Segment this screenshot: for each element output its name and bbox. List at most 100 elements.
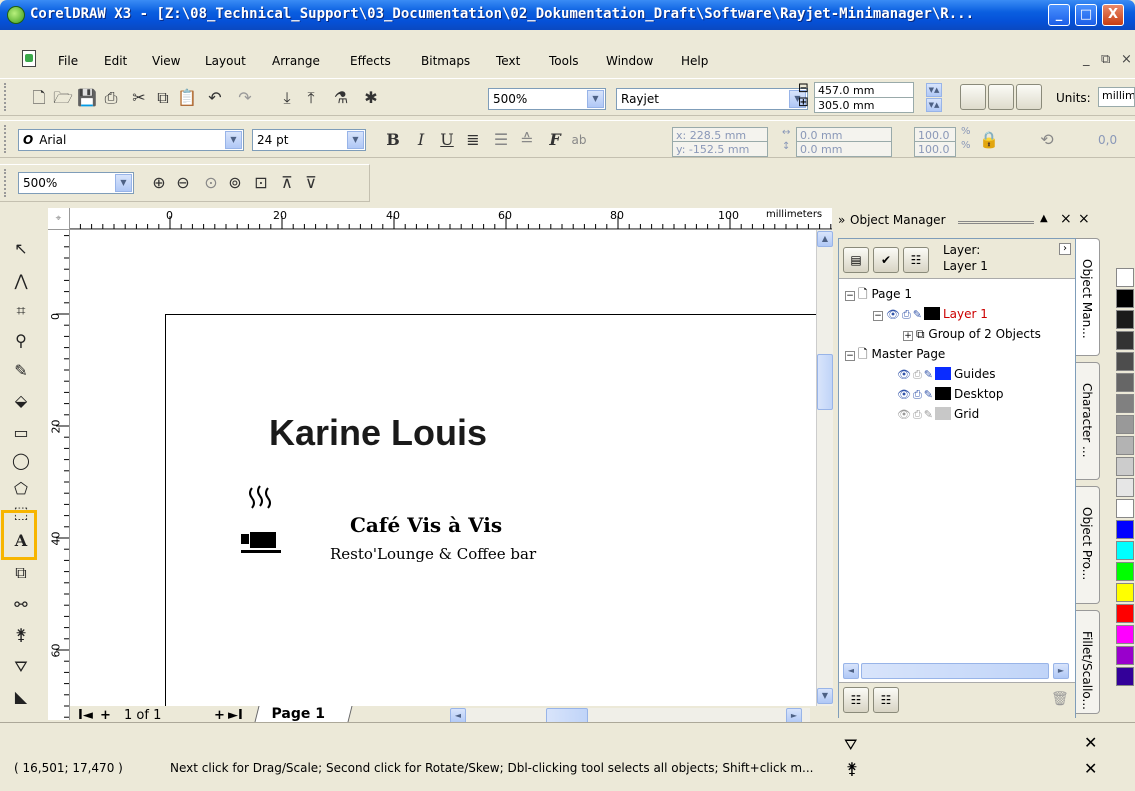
insert-page-before-button[interactable]: + bbox=[100, 708, 111, 723]
mdi-restore-button[interactable]: ⧉ bbox=[1101, 52, 1110, 67]
zoom-page-icon[interactable]: ⊡ bbox=[250, 172, 272, 194]
chevron-down-icon[interactable]: ▼ bbox=[225, 131, 242, 149]
crop-tool-icon[interactable]: ⌗ bbox=[8, 298, 34, 324]
pick-tool-icon[interactable]: ↖ bbox=[8, 236, 34, 262]
corel-online-icon[interactable]: ✱ bbox=[360, 87, 382, 109]
scroll-left-button[interactable]: ◄ bbox=[843, 663, 859, 679]
vertical-scrollbar[interactable]: ▲ ▼ bbox=[816, 230, 833, 706]
expand-icon[interactable]: + bbox=[903, 331, 913, 341]
palette-swatch[interactable] bbox=[1116, 268, 1134, 287]
width-spinner[interactable]: ▼▲ bbox=[926, 83, 942, 97]
zoom-levels-combo[interactable]: 500% ▼ bbox=[488, 88, 606, 110]
docker-close-all-icon[interactable]: × bbox=[1078, 211, 1090, 227]
interactive-blend-tool-icon[interactable]: ⧉ bbox=[8, 560, 34, 586]
chevron-down-icon[interactable]: ▼ bbox=[347, 131, 364, 149]
zoom-out-icon[interactable]: ⊖ bbox=[172, 172, 194, 194]
font-size-combo[interactable]: 24 pt ▼ bbox=[252, 129, 366, 151]
palette-swatch[interactable] bbox=[1116, 415, 1134, 434]
outline-tool-icon[interactable]: ⚵ bbox=[8, 622, 34, 648]
smart-fill-tool-icon[interactable]: ⬙ bbox=[8, 388, 34, 414]
print-icon[interactable]: ⎙ bbox=[100, 87, 122, 109]
tagline-text[interactable]: Resto'Lounge & Coffee bar bbox=[330, 545, 536, 563]
cut-icon[interactable]: ✂ bbox=[128, 87, 150, 109]
palette-swatch[interactable] bbox=[1116, 667, 1134, 686]
tree-item-page[interactable]: − 🗋 Page 1 bbox=[845, 285, 912, 303]
rotate-icon[interactable]: ⟲ bbox=[1036, 129, 1058, 151]
menu-help[interactable]: Help bbox=[681, 54, 708, 68]
no-fill-icon[interactable]: ✕ bbox=[1084, 733, 1097, 752]
new-document-icon[interactable]: 🗋 bbox=[28, 87, 50, 109]
edit-text-icon[interactable]: ab bbox=[568, 129, 590, 151]
show-properties-icon[interactable]: ▤ bbox=[843, 247, 869, 273]
page-width-field[interactable]: 457.0 mm bbox=[814, 82, 914, 98]
export-icon[interactable]: ⤒ bbox=[300, 87, 322, 109]
tab-fillet-scallop[interactable]: Fillet/Scallo... bbox=[1076, 610, 1100, 714]
eye-icon[interactable]: 👁 bbox=[897, 386, 911, 404]
palette-swatch[interactable] bbox=[1116, 604, 1134, 623]
ellipse-tool-icon[interactable]: ◯ bbox=[8, 448, 34, 474]
printer-icon[interactable]: ⎙ bbox=[913, 406, 922, 424]
ruler-origin[interactable]: ⌖ bbox=[48, 208, 70, 230]
application-launcher-icon[interactable]: ⚗ bbox=[330, 87, 352, 109]
flyout-menu-icon[interactable]: › bbox=[1059, 243, 1071, 255]
align-icon[interactable]: ≣ bbox=[462, 129, 484, 151]
docker-arrow-icon[interactable]: ▲ bbox=[1040, 213, 1048, 224]
minimize-button[interactable]: _ bbox=[1048, 4, 1070, 26]
coffee-cup-logo[interactable] bbox=[238, 484, 294, 554]
business-name-text[interactable]: Café Vis à Vis bbox=[350, 513, 502, 537]
chevron-down-icon[interactable]: ▼ bbox=[587, 90, 604, 108]
copy-icon[interactable]: ⧉ bbox=[152, 87, 174, 109]
italic-icon[interactable]: I bbox=[410, 129, 432, 151]
pencil-icon[interactable]: ✎ bbox=[924, 366, 933, 384]
menu-bitmaps[interactable]: Bitmaps bbox=[421, 54, 470, 68]
pencil-icon[interactable]: ✎ bbox=[924, 406, 933, 424]
eye-icon[interactable]: 👁 bbox=[897, 406, 911, 424]
zoom-width-icon[interactable]: ⊼ bbox=[276, 172, 298, 194]
zoom-selected-icon[interactable]: ⊙ bbox=[200, 172, 222, 194]
palette-swatch[interactable] bbox=[1116, 583, 1134, 602]
last-page-button[interactable]: ►I bbox=[228, 708, 243, 723]
tree-item-master-page[interactable]: − 🗋 Master Page bbox=[845, 345, 945, 363]
undo-icon[interactable]: ↶ bbox=[204, 87, 226, 109]
new-master-layer-icon[interactable]: ☷ bbox=[873, 687, 899, 713]
eye-icon[interactable]: 👁 bbox=[886, 306, 900, 324]
import-icon[interactable]: ⤓ bbox=[276, 87, 298, 109]
menu-edit[interactable]: Edit bbox=[104, 54, 127, 68]
collapse-icon[interactable]: − bbox=[845, 351, 855, 361]
edit-across-layers-icon[interactable]: ✔ bbox=[873, 247, 899, 273]
interactive-fill-tool-icon[interactable]: ◣ bbox=[8, 684, 34, 710]
printer-icon[interactable]: ⎙ bbox=[913, 366, 922, 384]
units-combo[interactable]: millim bbox=[1098, 87, 1135, 107]
fill-tool-icon[interactable]: ⛛ bbox=[8, 654, 34, 680]
layer-color-swatch[interactable] bbox=[935, 407, 951, 420]
rotation-field[interactable]: 0,0 bbox=[1098, 133, 1117, 147]
pencil-icon[interactable]: ✎ bbox=[924, 386, 933, 404]
layer-color-swatch[interactable] bbox=[935, 367, 951, 380]
palette-swatch[interactable] bbox=[1116, 310, 1134, 329]
palette-swatch[interactable] bbox=[1116, 331, 1134, 350]
character-format-icon[interactable]: F bbox=[544, 129, 566, 151]
app-launcher-combo[interactable]: Rayjet ▼ bbox=[616, 88, 808, 110]
tab-character[interactable]: Character ... bbox=[1076, 362, 1100, 480]
palette-swatch[interactable] bbox=[1116, 541, 1134, 560]
docker-collapse-icon[interactable]: » bbox=[838, 213, 845, 227]
portrait-button[interactable] bbox=[960, 84, 986, 110]
palette-swatch[interactable] bbox=[1116, 625, 1134, 644]
menu-arrange[interactable]: Arrange bbox=[272, 54, 320, 68]
bold-icon[interactable]: B bbox=[382, 129, 404, 151]
scroll-up-button[interactable]: ▲ bbox=[817, 231, 833, 247]
all-pages-button[interactable] bbox=[1016, 84, 1042, 110]
save-icon[interactable]: 💾 bbox=[76, 87, 98, 109]
height-spinner[interactable]: ▼▲ bbox=[926, 98, 942, 112]
horizontal-scroll-thumb[interactable] bbox=[861, 663, 1049, 679]
layer-color-swatch[interactable] bbox=[935, 387, 951, 400]
tree-item-guides[interactable]: 👁 ⎙ ✎ Guides bbox=[897, 365, 996, 383]
outline-status-icon[interactable]: ⚵ bbox=[846, 759, 858, 778]
palette-swatch[interactable] bbox=[1116, 352, 1134, 371]
shape-tool-icon[interactable]: ⋀ bbox=[8, 268, 34, 294]
tree-item-grid[interactable]: 👁 ⎙ ✎ Grid bbox=[897, 405, 979, 423]
bullet-list-icon[interactable]: ☰ bbox=[490, 129, 512, 151]
underline-icon[interactable]: U bbox=[436, 129, 458, 151]
printer-icon[interactable]: ⎙ bbox=[913, 386, 922, 404]
toolbar-grip[interactable] bbox=[4, 125, 9, 153]
